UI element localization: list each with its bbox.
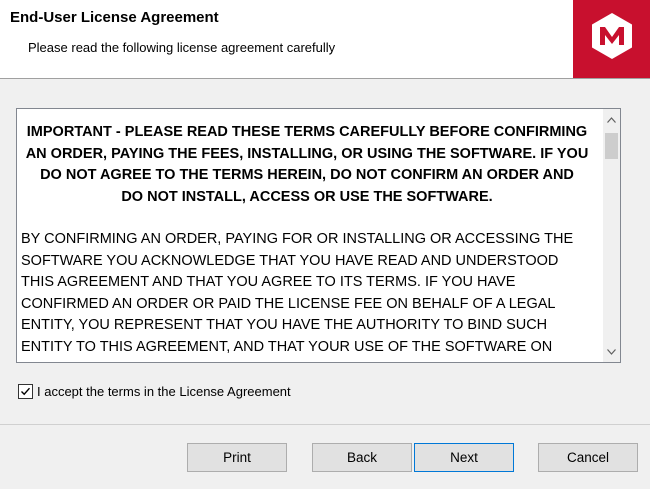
scroll-down-icon[interactable]: [603, 343, 620, 360]
important-line: AN ORDER, PAYING THE FEES, INSTALLING, O…: [25, 145, 589, 162]
back-button[interactable]: Back: [312, 443, 412, 472]
print-button[interactable]: Print: [187, 443, 287, 472]
accept-terms-row[interactable]: I accept the terms in the License Agreem…: [18, 384, 291, 399]
cancel-button[interactable]: Cancel: [538, 443, 638, 472]
body-line: BY CONFIRMING AN ORDER, PAYING FOR OR IN…: [21, 231, 574, 247]
brand-logo: [573, 0, 650, 78]
footer-divider: [0, 424, 650, 425]
body-line: ENTITY TO THIS AGREEMENT, AND THAT YOUR …: [21, 338, 553, 355]
next-button[interactable]: Next: [414, 443, 514, 472]
important-notice: IMPORTANT - PLEASE READ THESE TERMS CARE…: [21, 122, 593, 208]
body-line: SOFTWARE YOU ACKNOWLEDGE THAT YOU HAVE R…: [21, 252, 559, 269]
license-text-area[interactable]: IMPORTANT - PLEASE READ THESE TERMS CARE…: [16, 108, 621, 363]
m-logo-icon: [592, 13, 632, 59]
important-line: DO NOT INSTALL, ACCESS OR USE THE SOFTWA…: [121, 188, 493, 205]
body-line: CONFIRMED AN ORDER OR PAID THE LICENSE F…: [21, 295, 556, 312]
dialog-title: End-User License Agreement: [10, 9, 219, 26]
important-line: DO NOT AGREE TO THE TERMS HEREIN, DO NOT…: [40, 167, 574, 183]
vertical-scrollbar[interactable]: [603, 109, 620, 362]
accept-label[interactable]: I accept the terms in the License Agreem…: [37, 384, 291, 399]
body-line: THIS AGREEMENT AND THAT YOU AGREE TO ITS…: [21, 274, 516, 290]
dialog-subtitle: Please read the following license agreem…: [28, 40, 336, 55]
body-line: ENTITY, YOU REPRESENT THAT YOU HAVE THE …: [21, 317, 548, 333]
license-paragraph: BY CONFIRMING AN ORDER, PAYING FOR OR IN…: [21, 229, 593, 358]
accept-checkbox[interactable]: [18, 384, 33, 399]
checkmark-icon: [21, 387, 31, 396]
license-text: IMPORTANT - PLEASE READ THESE TERMS CARE…: [21, 122, 593, 358]
scroll-thumb[interactable]: [605, 133, 618, 159]
scroll-up-icon[interactable]: [603, 111, 620, 128]
important-line: IMPORTANT - PLEASE READ THESE TERMS CARE…: [26, 124, 588, 140]
header-banner: End-User License Agreement Please read t…: [0, 0, 650, 79]
